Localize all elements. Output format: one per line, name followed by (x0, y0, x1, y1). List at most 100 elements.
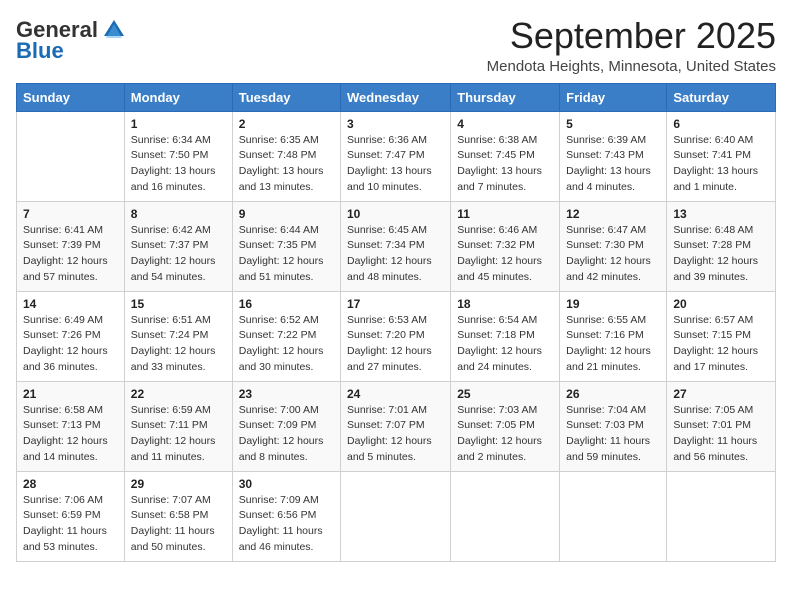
day-number: 30 (239, 477, 334, 491)
day-cell: 3Sunrise: 6:36 AMSunset: 7:47 PMDaylight… (341, 111, 451, 201)
day-info: Sunrise: 6:44 AMSunset: 7:35 PMDaylight:… (239, 223, 334, 286)
day-number: 18 (457, 297, 553, 311)
column-header-tuesday: Tuesday (232, 83, 340, 111)
logo-icon (100, 16, 128, 44)
day-number: 9 (239, 207, 334, 221)
day-cell: 29 Sunrise: 7:07 AMSunset: 6:58 PMDayligh… (124, 471, 232, 561)
day-cell (560, 471, 667, 561)
day-number: 17 (347, 297, 444, 311)
day-cell (341, 471, 451, 561)
column-header-thursday: Thursday (451, 83, 560, 111)
week-row-1: 1 Sunrise: 6:34 AMSunset: 7:50 PMDaylight… (17, 111, 776, 201)
day-info: Sunrise: 6:34 AMSunset: 7:50 PMDaylight:… (131, 133, 226, 196)
day-cell: 6 Sunrise: 6:40 AMSunset: 7:41 PMDaylight… (667, 111, 776, 201)
day-cell (17, 111, 125, 201)
day-cell: 2 Sunrise: 6:35 AMSunset: 7:48 PMDaylight… (232, 111, 340, 201)
day-cell: 27Sunrise: 7:05 AMSunset: 7:01 PMDayligh… (667, 381, 776, 471)
column-header-wednesday: Wednesday (341, 83, 451, 111)
week-row-2: 7 Sunrise: 6:41 AMSunset: 7:39 PMDaylight… (17, 201, 776, 291)
day-cell: 17 Sunrise: 6:53 AMSunset: 7:20 PMDayligh… (341, 291, 451, 381)
day-number: 25 (457, 387, 553, 401)
day-number: 16 (239, 297, 334, 311)
day-number: 3 (347, 117, 444, 131)
day-cell: 5 Sunrise: 6:39 AMSunset: 7:43 PMDaylight… (560, 111, 667, 201)
week-row-5: 28 Sunrise: 7:06 AMSunset: 6:59 PMDayligh… (17, 471, 776, 561)
location-subtitle: Mendota Heights, Minnesota, United State… (487, 58, 776, 75)
day-number: 22 (131, 387, 226, 401)
day-cell (667, 471, 776, 561)
day-number: 21 (23, 387, 118, 401)
day-cell: 16Sunrise: 6:52 AMSunset: 7:22 PMDayligh… (232, 291, 340, 381)
column-header-monday: Monday (124, 83, 232, 111)
day-cell: 8Sunrise: 6:42 AMSunset: 7:37 PMDaylight… (124, 201, 232, 291)
day-number: 14 (23, 297, 118, 311)
day-cell: 11 Sunrise: 6:46 AMSunset: 7:32 PMDayligh… (451, 201, 560, 291)
day-number: 29 (131, 477, 226, 491)
day-number: 24 (347, 387, 444, 401)
day-info: Sunrise: 7:04 AMSunset: 7:03 PMDaylight:… (566, 403, 660, 466)
day-number: 7 (23, 207, 118, 221)
day-info: Sunrise: 6:54 AMSunset: 7:18 PMDaylight:… (457, 313, 553, 376)
day-info: Sunrise: 7:00 AMSunset: 7:09 PMDaylight:… (239, 403, 334, 466)
logo-blue: Blue (16, 38, 64, 64)
day-cell: 28 Sunrise: 7:06 AMSunset: 6:59 PMDayligh… (17, 471, 125, 561)
day-number: 1 (131, 117, 226, 131)
day-info: Sunrise: 7:05 AMSunset: 7:01 PMDaylight:… (673, 403, 769, 466)
day-info: Sunrise: 6:41 AMSunset: 7:39 PMDaylight:… (23, 223, 118, 286)
day-number: 4 (457, 117, 553, 131)
day-info: Sunrise: 6:35 AMSunset: 7:48 PMDaylight:… (239, 133, 334, 196)
day-cell: 15 Sunrise: 6:51 AMSunset: 7:24 PMDayligh… (124, 291, 232, 381)
logo: General Blue (16, 16, 128, 64)
day-number: 10 (347, 207, 444, 221)
day-info: Sunrise: 7:09 AMSunset: 6:56 PMDaylight:… (239, 493, 334, 556)
day-cell: 13Sunrise: 6:48 AMSunset: 7:28 PMDayligh… (667, 201, 776, 291)
day-info: Sunrise: 7:03 AMSunset: 7:05 PMDaylight:… (457, 403, 553, 466)
day-number: 26 (566, 387, 660, 401)
day-info: Sunrise: 6:51 AMSunset: 7:24 PMDaylight:… (131, 313, 226, 376)
header-row: SundayMondayTuesdayWednesdayThursdayFrid… (17, 83, 776, 111)
day-info: Sunrise: 6:55 AMSunset: 7:16 PMDaylight:… (566, 313, 660, 376)
day-cell: 1 Sunrise: 6:34 AMSunset: 7:50 PMDaylight… (124, 111, 232, 201)
day-info: Sunrise: 6:38 AMSunset: 7:45 PMDaylight:… (457, 133, 553, 196)
day-info: Sunrise: 6:57 AMSunset: 7:15 PMDaylight:… (673, 313, 769, 376)
day-info: Sunrise: 6:53 AMSunset: 7:20 PMDaylight:… (347, 313, 444, 376)
day-number: 2 (239, 117, 334, 131)
calendar-table: SundayMondayTuesdayWednesdayThursdayFrid… (16, 83, 776, 562)
day-number: 19 (566, 297, 660, 311)
day-info: Sunrise: 6:47 AMSunset: 7:30 PMDaylight:… (566, 223, 660, 286)
day-info: Sunrise: 6:46 AMSunset: 7:32 PMDaylight:… (457, 223, 553, 286)
page-header: General Blue September 2025 Mendota Heig… (16, 16, 776, 75)
day-cell: 18 Sunrise: 6:54 AMSunset: 7:18 PMDayligh… (451, 291, 560, 381)
day-number: 12 (566, 207, 660, 221)
day-info: Sunrise: 7:01 AMSunset: 7:07 PMDaylight:… (347, 403, 444, 466)
week-row-3: 14Sunrise: 6:49 AMSunset: 7:26 PMDayligh… (17, 291, 776, 381)
day-cell: 19 Sunrise: 6:55 AMSunset: 7:16 PMDayligh… (560, 291, 667, 381)
day-cell: 21 Sunrise: 6:58 AMSunset: 7:13 PMDayligh… (17, 381, 125, 471)
day-number: 8 (131, 207, 226, 221)
day-number: 28 (23, 477, 118, 491)
day-info: Sunrise: 6:58 AMSunset: 7:13 PMDaylight:… (23, 403, 118, 466)
day-number: 5 (566, 117, 660, 131)
column-header-friday: Friday (560, 83, 667, 111)
day-cell: 26 Sunrise: 7:04 AMSunset: 7:03 PMDayligh… (560, 381, 667, 471)
day-number: 15 (131, 297, 226, 311)
day-number: 6 (673, 117, 769, 131)
day-cell: 20 Sunrise: 6:57 AMSunset: 7:15 PMDayligh… (667, 291, 776, 381)
day-info: Sunrise: 7:07 AMSunset: 6:58 PMDaylight:… (131, 493, 226, 556)
day-number: 11 (457, 207, 553, 221)
day-cell: 12 Sunrise: 6:47 AMSunset: 7:30 PMDayligh… (560, 201, 667, 291)
title-area: September 2025 Mendota Heights, Minnesot… (487, 16, 776, 75)
day-cell (451, 471, 560, 561)
column-header-saturday: Saturday (667, 83, 776, 111)
day-info: Sunrise: 7:06 AMSunset: 6:59 PMDaylight:… (23, 493, 118, 556)
day-info: Sunrise: 6:45 AMSunset: 7:34 PMDaylight:… (347, 223, 444, 286)
day-cell: 7 Sunrise: 6:41 AMSunset: 7:39 PMDaylight… (17, 201, 125, 291)
column-header-sunday: Sunday (17, 83, 125, 111)
day-number: 23 (239, 387, 334, 401)
day-cell: 9 Sunrise: 6:44 AMSunset: 7:35 PMDaylight… (232, 201, 340, 291)
day-info: Sunrise: 6:39 AMSunset: 7:43 PMDaylight:… (566, 133, 660, 196)
day-cell: 23 Sunrise: 7:00 AMSunset: 7:09 PMDayligh… (232, 381, 340, 471)
day-number: 20 (673, 297, 769, 311)
day-cell: 30 Sunrise: 7:09 AMSunset: 6:56 PMDayligh… (232, 471, 340, 561)
day-info: Sunrise: 6:40 AMSunset: 7:41 PMDaylight:… (673, 133, 769, 196)
